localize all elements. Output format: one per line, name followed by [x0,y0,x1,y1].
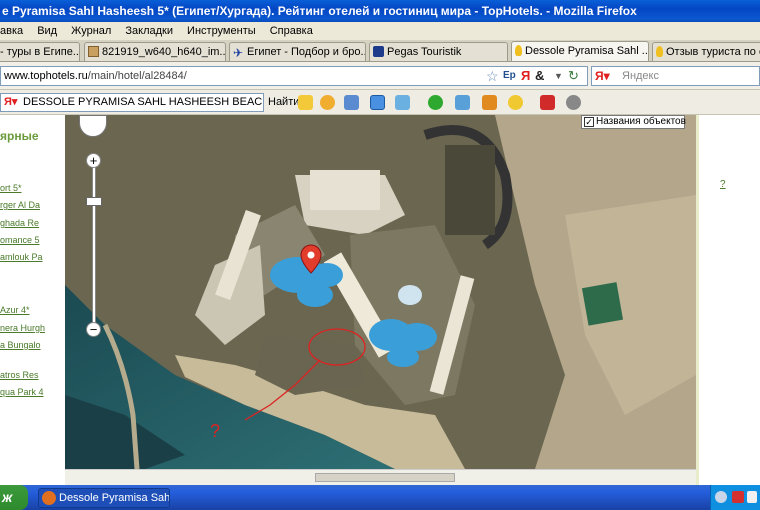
scroll-thumb[interactable] [315,473,455,482]
reload-icon[interactable]: ↻ [568,67,579,85]
spellcheck-icon[interactable] [344,95,359,110]
search-placeholder: Яндекс [622,70,659,82]
tab-label: - туры в Египе... [0,46,80,58]
menu-history[interactable]: Журнал [71,25,111,37]
pegas-logo-icon [373,46,384,57]
page-content: ярные ort 5* rger Al Da ghada Re omance … [0,115,760,485]
security-icon[interactable] [732,491,744,503]
page-tool-icon[interactable] [395,95,410,110]
satellite-imagery: ? [65,115,696,469]
bulb-icon [656,46,663,57]
tab-label: Отзыв туриста по от [666,46,760,58]
toolbar-search-input[interactable]: Я▾ DESSOLE PYRAMISA SAHL HASHEESH BEACH … [0,93,264,112]
taskbar-item-label: Dessole Pyramisa Sah... [59,492,170,504]
map-annotation: ? [210,421,220,441]
money-icon[interactable] [482,95,497,110]
right-link[interactable]: ? [720,179,726,190]
toolbar-search-value: DESSOLE PYRAMISA SAHL HASHEESH BEACH RES… [23,96,263,108]
horizontal-scrollbar[interactable] [65,469,696,485]
zoom-handle[interactable] [86,197,102,206]
tab-label: Египет - Подбор и бро... [247,46,366,58]
network-icon[interactable] [715,491,727,503]
hotel-link[interactable]: atros Res [0,370,39,380]
system-tray [710,485,760,510]
hotel-link[interactable]: amlouk Pa [0,252,43,262]
hotel-link[interactable]: rger Al Da [0,200,40,210]
zoom-out-button[interactable]: − [86,322,101,337]
tab-label: 821919_w640_h640_im... [102,46,226,58]
hotel-link[interactable]: ort 5* [0,183,22,193]
highlight-icon[interactable] [298,95,313,110]
go-icon[interactable] [428,95,443,110]
taskbar-firefox-item[interactable]: Dessole Pyramisa Sah... [38,488,170,508]
volume-icon[interactable] [747,491,757,503]
gear-icon[interactable] [566,95,581,110]
bookmark-star-icon[interactable]: ☆ [486,67,499,85]
menu-tools[interactable]: Инструменты [187,25,256,37]
menu-bookmarks[interactable]: Закладки [125,25,173,37]
chat-bubble-icon[interactable] [320,95,335,110]
find-button[interactable]: Найти [268,94,299,111]
tab-pegas[interactable]: Pegas Touristik [369,42,508,61]
menu-edit[interactable]: авка [0,25,23,37]
bulb-icon [515,45,522,56]
hotel-link[interactable]: a Bungalo [0,340,41,350]
mail-icon[interactable] [455,95,470,110]
hotel-link[interactable]: qua Park 4 [0,387,44,397]
tab-egypt-tours[interactable]: - туры в Египе... [0,42,80,61]
object-names-toggle[interactable]: ✓ Названия объектов [581,115,686,129]
zoom-slider[interactable] [92,155,96,335]
hotel-link[interactable]: ghada Re [0,218,39,228]
checkbox-checked[interactable]: ✓ [584,117,594,127]
menu-view[interactable]: Вид [37,25,57,37]
star-icon[interactable] [508,95,523,110]
firefox-icon [42,491,56,505]
tab-label: Dessole Pyramisa Sahl ... [525,45,649,57]
window-title: e Pyramisa Sahl Hasheesh 5* (Египет/Хург… [0,0,760,22]
yandex-icon[interactable]: Я [521,67,530,85]
menu-help[interactable]: Справка [270,25,313,37]
search-field[interactable]: Я▾ Яндекс [591,66,760,86]
url-path: /main/hotel/al28484/ [87,70,187,82]
taskbar: ж Dessole Pyramisa Sah... [0,485,760,510]
tab-label: Pegas Touristik [387,46,462,58]
tab-image[interactable]: 821919_w640_h640_im... [84,42,226,61]
satellite-map[interactable]: ? + − ✓ Названия объектов [65,115,696,469]
image-icon [88,46,99,57]
menu-bar: авка Вид Журнал Закладки Инструменты Спр… [0,22,760,40]
airplane-icon: ✈ [233,46,244,60]
popular-heading: ярные [0,129,39,143]
yandex-search-icon: Я▾ [595,69,610,83]
object-names-label: Названия объектов [596,116,686,127]
dropdown-arrow-icon[interactable]: ▼ [554,67,563,85]
start-button[interactable]: ж [0,485,28,510]
bookmark-icon[interactable] [540,95,555,110]
translate-icon[interactable]: Ep [503,67,516,85]
text-tool-icon[interactable] [370,95,385,110]
zoom-in-button[interactable]: + [86,153,101,168]
hotel-link[interactable]: nera Hurgh [0,323,45,333]
navigation-bar: www.tophotels.ru/main/hotel/al28484/ ☆ E… [0,62,760,90]
hotel-link[interactable]: Azur 4* [0,305,30,315]
tab-review[interactable]: Отзыв туриста по от [652,42,760,61]
yandex-toolbar: Я▾ DESSOLE PYRAMISA SAHL HASHEESH BEACH … [0,90,760,115]
browser-window: e Pyramisa Sahl Hasheesh 5* (Египет/Хург… [0,0,760,510]
ampersand-icon[interactable]: & [535,67,544,85]
popular-hotels-list: ярные ort 5* rger Al Da ghada Re omance … [0,115,46,485]
hotel-link[interactable]: omance 5 [0,235,40,245]
tab-egypt-selection[interactable]: ✈ Египет - Подбор и бро... [229,42,366,61]
tab-strip: - туры в Египе... 821919_w640_h640_im...… [0,40,760,62]
address-bar[interactable]: www.tophotels.ru/main/hotel/al28484/ ☆ E… [0,66,588,86]
right-panel: ? [696,115,760,485]
yandex-logo-icon: Я▾ [4,96,18,108]
url-domain: www.tophotels.ru [4,70,88,82]
tab-dessole[interactable]: Dessole Pyramisa Sahl ... [511,41,649,61]
